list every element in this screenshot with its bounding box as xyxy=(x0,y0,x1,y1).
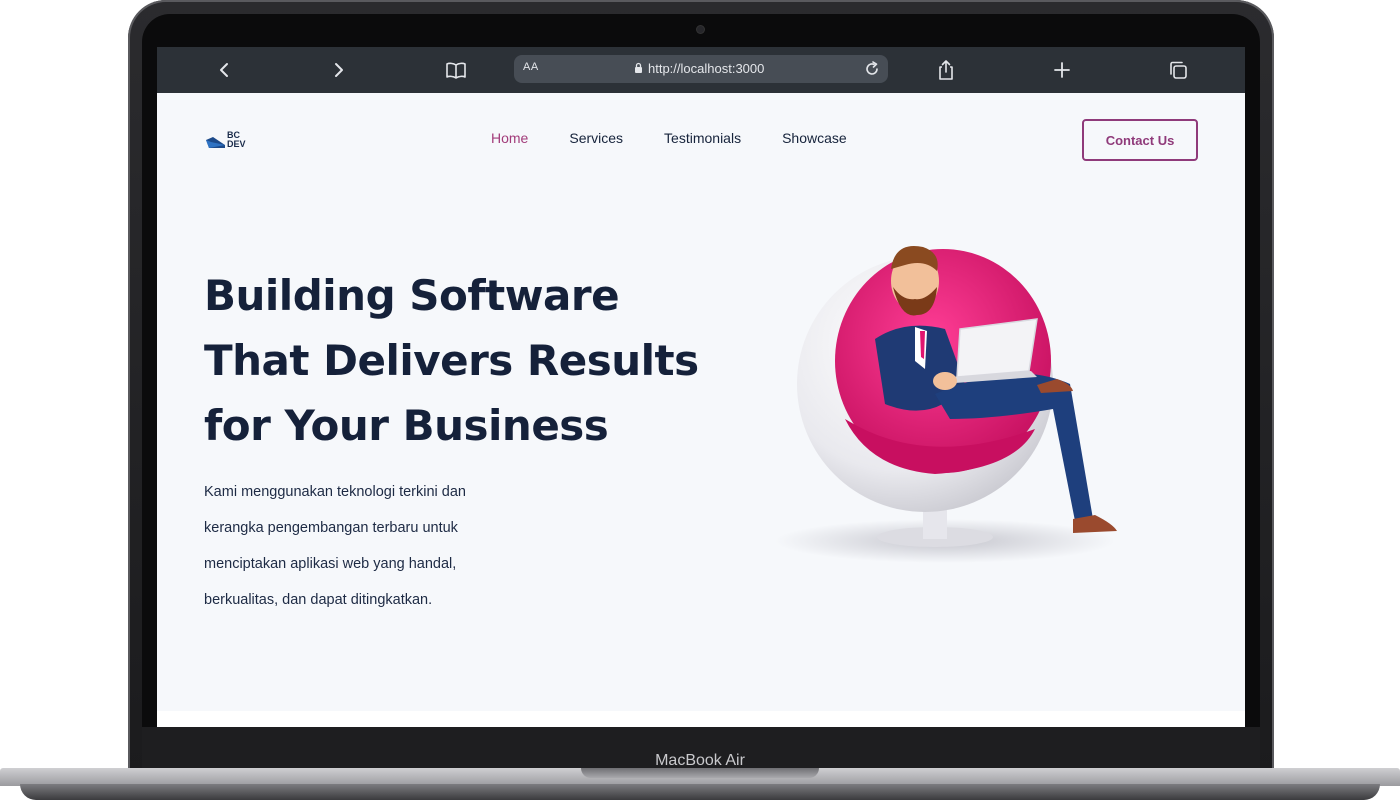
text-size-button[interactable]: AA xyxy=(523,61,539,73)
logo-mark-icon xyxy=(206,137,225,148)
website-page: BC DEV Home Services Testimonials Showca… xyxy=(157,93,1245,727)
nav-item-home[interactable]: Home xyxy=(491,130,528,146)
browser-toolbar: AA http://localhost:3000 xyxy=(157,47,1245,93)
nav-item-services[interactable]: Services xyxy=(569,130,623,146)
next-section-edge xyxy=(157,711,1245,727)
hero-headline: Building Software That Delivers Results … xyxy=(204,263,724,458)
tabs-icon[interactable] xyxy=(1164,57,1192,83)
back-icon[interactable] xyxy=(210,57,238,83)
description-line: kerangka pengembangan terbaru untuk xyxy=(204,520,458,536)
laptop-base xyxy=(0,768,1400,804)
site-logo[interactable]: BC DEV xyxy=(205,131,257,151)
hero-description: Kami menggunakan teknologi terkini dan k… xyxy=(204,474,524,618)
description-line: berkualitas, dan dapat ditingkatkan. xyxy=(204,592,433,608)
laptop xyxy=(956,318,1038,378)
headline-line: for Your Business xyxy=(204,401,609,450)
opening-notch xyxy=(581,768,819,778)
logo-line-2: DEV xyxy=(227,139,246,149)
lock-icon xyxy=(634,61,643,76)
url-text: http://localhost:3000 xyxy=(648,61,765,76)
browser-window: AA http://localhost:3000 BC DEV Home Ser… xyxy=(157,47,1245,727)
contact-us-button[interactable]: Contact Us xyxy=(1082,119,1198,161)
camera-icon xyxy=(697,26,704,33)
address-bar[interactable]: AA http://localhost:3000 xyxy=(514,55,888,83)
bookmarks-icon[interactable] xyxy=(442,57,470,83)
new-tab-icon[interactable] xyxy=(1048,57,1076,83)
description-line: menciptakan aplikasi web yang handal, xyxy=(204,556,457,572)
headline-line: Building Software xyxy=(204,271,620,320)
hand xyxy=(933,372,957,390)
main-nav: Home Services Testimonials Showcase xyxy=(491,130,847,146)
forward-icon[interactable] xyxy=(325,57,353,83)
nav-item-testimonials[interactable]: Testimonials xyxy=(664,130,741,146)
reload-icon[interactable] xyxy=(862,59,882,79)
share-icon[interactable] xyxy=(932,57,960,83)
hero-illustration xyxy=(775,245,1117,563)
nav-item-showcase[interactable]: Showcase xyxy=(782,130,847,146)
description-line: Kami menggunakan teknologi terkini dan xyxy=(204,484,466,500)
headline-line: That Delivers Results xyxy=(204,336,699,385)
